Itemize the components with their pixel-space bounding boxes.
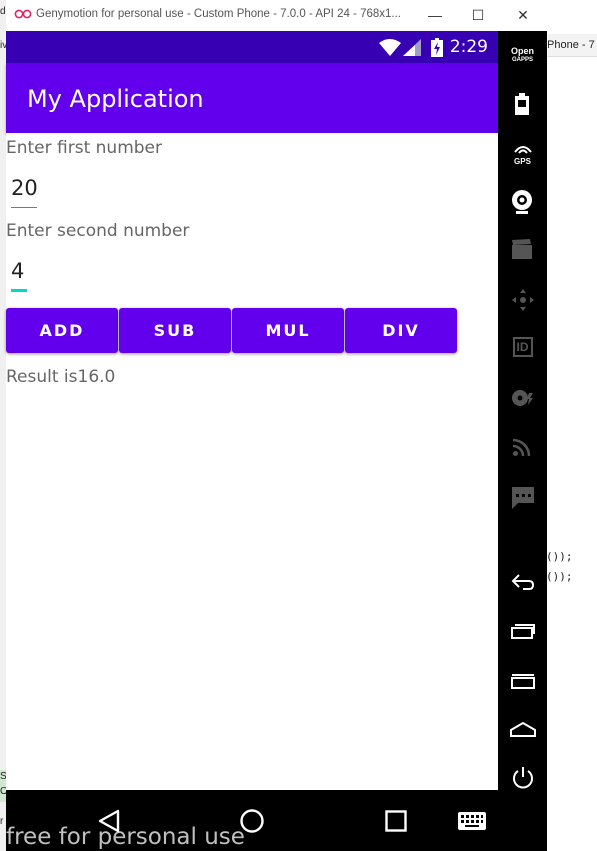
emulator-toolbar: Open GAPPS GPS ID xyxy=(498,31,547,851)
home-icon[interactable] xyxy=(510,721,536,737)
add-button[interactable]: ADD xyxy=(6,308,118,353)
close-button[interactable]: ✕ xyxy=(508,4,538,26)
first-number-value: 20 xyxy=(11,176,38,200)
background-code-line: ()); xyxy=(546,570,573,583)
first-number-input[interactable]: 20 xyxy=(11,173,38,209)
screen-capture-icon[interactable] xyxy=(512,239,532,259)
result-text: Result is16.0 xyxy=(6,367,116,387)
div-button[interactable]: DIV xyxy=(345,308,457,353)
keyboard-icon[interactable] xyxy=(458,812,486,830)
genymotion-logo-icon xyxy=(14,9,32,19)
open-gapps-icon[interactable]: Open GAPPS xyxy=(498,47,547,65)
menu-icon[interactable] xyxy=(511,673,535,689)
window-titlebar[interactable]: Genymotion for personal use - Custom Pho… xyxy=(6,0,547,32)
battery-icon[interactable] xyxy=(515,93,529,115)
background-text: d xyxy=(0,6,6,17)
wifi-icon xyxy=(379,39,401,56)
gps-icon[interactable]: GPS xyxy=(498,141,547,166)
mul-button[interactable]: MUL xyxy=(232,308,344,353)
power-icon[interactable] xyxy=(512,767,534,789)
sub-button[interactable]: SUB xyxy=(119,308,231,353)
window-title: Genymotion for personal use - Custom Pho… xyxy=(36,8,401,20)
recent-apps-icon[interactable] xyxy=(511,623,535,639)
back-icon[interactable] xyxy=(511,573,535,591)
personal-use-watermark: free for personal use xyxy=(6,824,245,850)
nav-recents-icon[interactable] xyxy=(385,810,407,832)
status-bar: 2:29 xyxy=(6,31,498,63)
background-code-line: ()); xyxy=(546,550,573,563)
background-text: r xyxy=(0,816,4,827)
signal-icon xyxy=(403,39,421,56)
dpad-icon[interactable] xyxy=(512,289,534,311)
sms-icon[interactable] xyxy=(512,487,534,509)
second-number-value: 4 xyxy=(11,259,25,283)
maximize-button[interactable]: ☐ xyxy=(463,4,493,26)
background-editor-tab[interactable]: Phone - 7 xyxy=(547,34,597,57)
second-number-cursor-underline xyxy=(11,289,27,292)
disk-io-icon[interactable] xyxy=(511,389,535,407)
status-time: 2:29 xyxy=(449,37,488,57)
webcam-icon[interactable] xyxy=(511,189,533,215)
app-title: My Application xyxy=(27,85,204,113)
device-id-icon[interactable]: ID xyxy=(498,337,547,357)
first-number-label: Enter first number xyxy=(6,138,163,158)
background-window xyxy=(547,0,597,851)
app-content: Enter first number 20 Enter second numbe… xyxy=(6,133,498,790)
second-number-label: Enter second number xyxy=(6,221,190,241)
app-toolbar: My Application xyxy=(6,63,498,133)
battery-charging-icon xyxy=(431,38,443,57)
network-icon[interactable] xyxy=(513,438,531,456)
first-number-underline xyxy=(11,207,37,208)
minimize-button[interactable]: — xyxy=(420,4,450,26)
second-number-input[interactable]: 4 xyxy=(11,255,29,293)
